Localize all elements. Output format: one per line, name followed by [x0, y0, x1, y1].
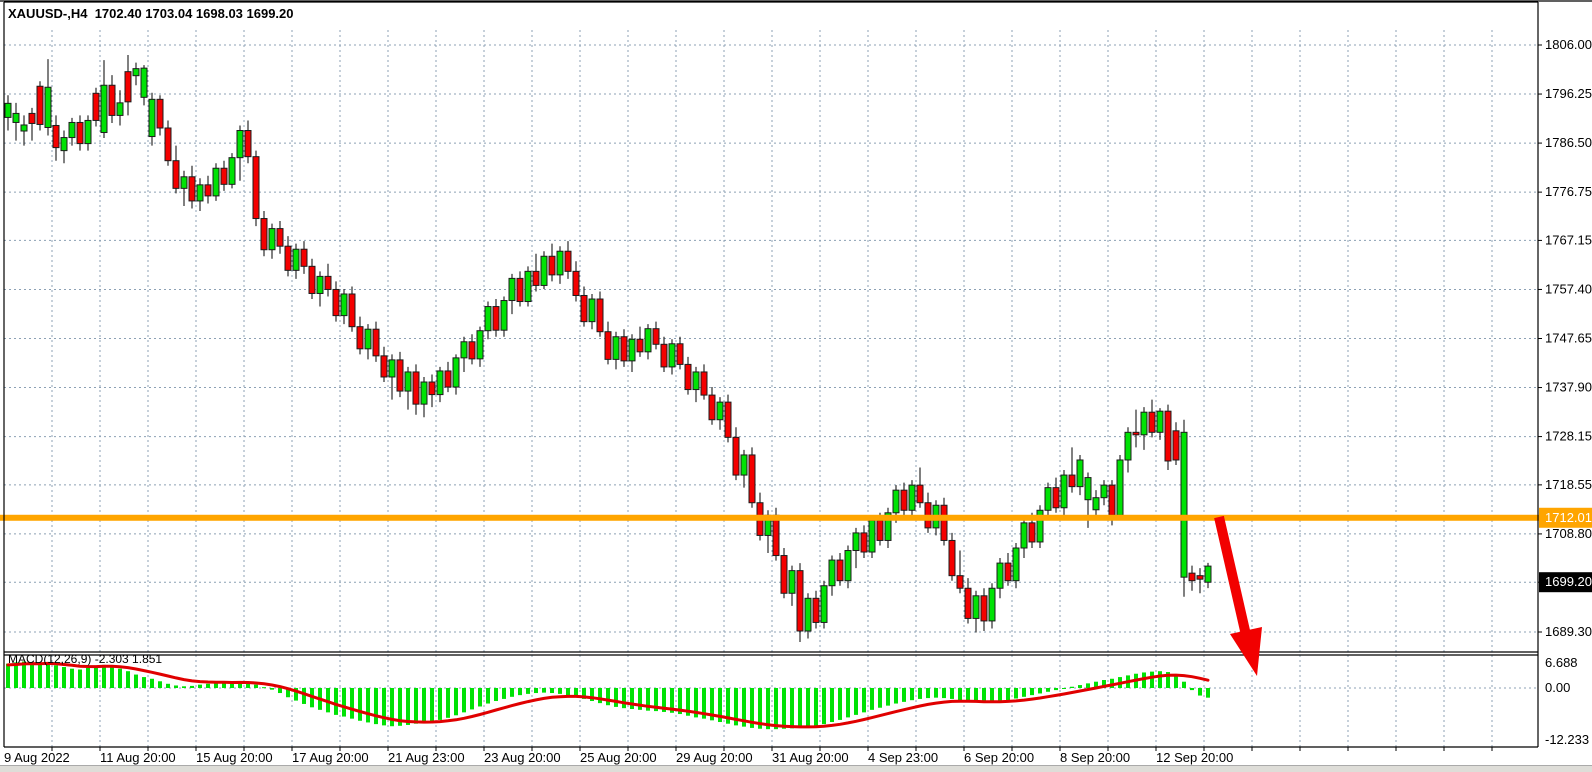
time-axis-label: 21 Aug 23:00 — [388, 750, 465, 765]
chart-title: XAUUSD-,H4 1702.40 1703.04 1698.03 1699.… — [8, 6, 294, 21]
price-axis-label: 1776.75 — [1545, 184, 1592, 199]
chart-canvas[interactable]: 1712.01 1806.00 1796.25 1786.50 1776.75 1767.… — [0, 0, 1592, 772]
price-axis-label: 1806.00 — [1545, 37, 1592, 52]
price-axis-label: 1689.30 — [1545, 624, 1592, 639]
price-axis-label: 1737.90 — [1545, 380, 1592, 395]
macd-axis-label: 6.688 — [1545, 655, 1578, 670]
time-axis-label: 29 Aug 20:00 — [676, 750, 753, 765]
price-axis-label: 1718.55 — [1545, 477, 1592, 492]
arrow-shaft — [1219, 517, 1246, 635]
time-axis-label: 25 Aug 20:00 — [580, 750, 657, 765]
chart-borders — [0, 1, 1592, 747]
price-axis-label: 1786.50 — [1545, 135, 1592, 150]
macd-axis-label: 0.00 — [1545, 680, 1570, 695]
time-axis-label: 23 Aug 20:00 — [484, 750, 561, 765]
current-price-tag-text: 1699.20 — [1545, 574, 1592, 589]
time-axis-label: 9 Aug 2022 — [4, 750, 70, 765]
price-axis-label: 1747.65 — [1545, 331, 1592, 346]
hline-price-tag-text: 1712.01 — [1545, 510, 1592, 525]
time-axis[interactable]: 9 Aug 2022 11 Aug 20:00 15 Aug 20:00 17 Aug… — [4, 747, 1492, 765]
macd-histogram — [6, 662, 1210, 730]
symbol-period-label: XAUUSD-,H4 — [8, 6, 87, 21]
mt4-chart-window: 1712.01 1806.00 1796.25 1786.50 1776.75 1767.… — [0, 0, 1592, 772]
time-axis-label: 17 Aug 20:00 — [292, 750, 369, 765]
grid-lines — [4, 30, 1538, 747]
price-axis-label: 1708.80 — [1545, 526, 1592, 541]
time-axis-label: 4 Sep 23:00 — [868, 750, 938, 765]
time-axis-label: 15 Aug 20:00 — [196, 750, 273, 765]
time-axis-label: 12 Sep 20:00 — [1156, 750, 1233, 765]
macd-axis[interactable]: 6.688 0.00 -12.233 — [1545, 655, 1589, 747]
bottom-status-strip — [0, 765, 1592, 772]
time-axis-label: 8 Sep 20:00 — [1060, 750, 1130, 765]
price-axis-label: 1757.40 — [1545, 281, 1592, 296]
price-axis-label: 1796.25 — [1545, 86, 1592, 101]
macd-indicator-label: MACD(12,26,9) -2.303 1.851 — [8, 652, 162, 666]
time-axis-label: 6 Sep 20:00 — [964, 750, 1034, 765]
ohlc-values: 1702.40 1703.04 1698.03 1699.20 — [95, 6, 294, 21]
hline-1712[interactable]: 1712.01 — [0, 508, 1592, 528]
time-axis-label: 31 Aug 20:00 — [772, 750, 849, 765]
price-axis-label: 1767.15 — [1545, 232, 1592, 247]
macd-axis-label: -12.233 — [1545, 732, 1589, 747]
price-axis[interactable]: 1806.00 1796.25 1786.50 1776.75 1767.15 1757.… — [1538, 37, 1592, 639]
ohlc-readout — [87, 6, 94, 21]
time-axis-label: 11 Aug 20:00 — [100, 750, 176, 765]
price-axis-label: 1728.15 — [1545, 429, 1592, 444]
